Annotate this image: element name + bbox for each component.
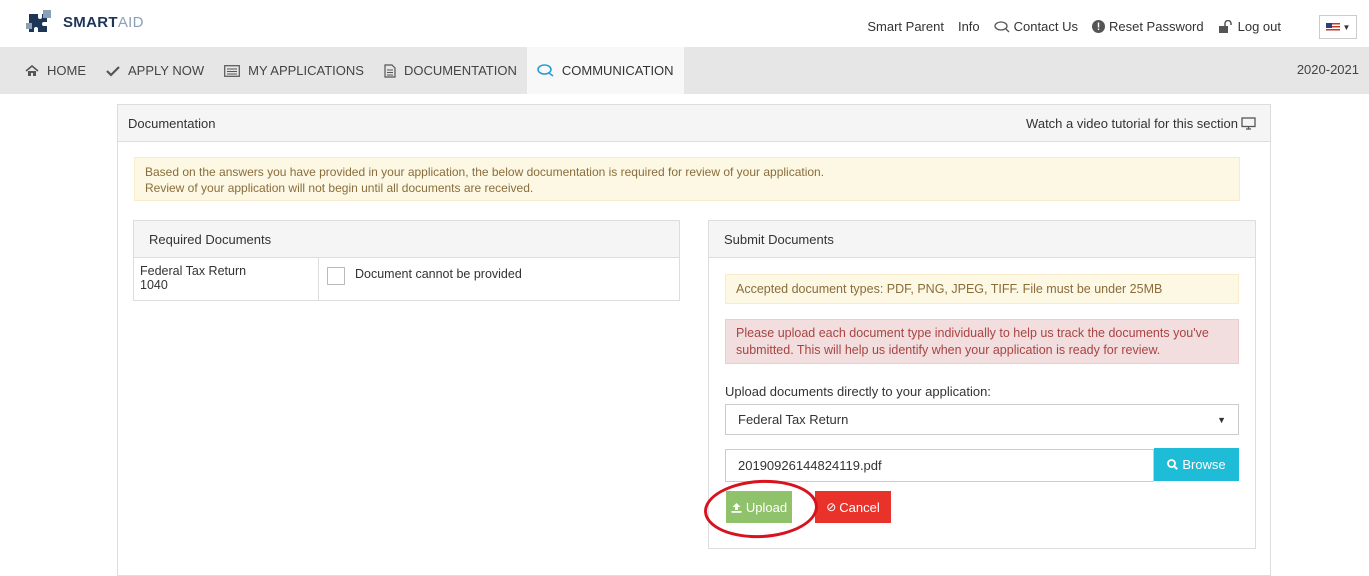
required-docs-notice: Based on the answers you have provided i… — [134, 157, 1240, 201]
cannot-provide-checkbox[interactable] — [327, 267, 345, 285]
video-tutorial-label: Watch a video tutorial for this section — [1026, 115, 1238, 131]
academic-year: 2020-2021 — [1296, 62, 1359, 77]
cancel-button[interactable]: ⊘ Cancel — [815, 491, 891, 523]
panel-header: Documentation Watch a video tutorial for… — [118, 105, 1270, 142]
document-name: Federal Tax Return — [140, 264, 247, 278]
contact-us-link[interactable]: Contact Us — [994, 19, 1078, 34]
document-icon — [384, 63, 396, 78]
panel-title: Documentation — [128, 115, 216, 131]
document-type-value: Federal Tax Return — [738, 412, 849, 427]
monitor-icon — [1241, 116, 1256, 130]
log-out-label: Log out — [1237, 19, 1281, 34]
log-out-link[interactable]: Log out — [1218, 19, 1281, 34]
browse-button[interactable]: Browse — [1154, 448, 1239, 481]
documentation-panel: Documentation Watch a video tutorial for… — [117, 104, 1271, 576]
nav-apply-now[interactable]: APPLY NOW — [96, 47, 214, 94]
reset-password-label: Reset Password — [1108, 19, 1204, 34]
search-icon — [1167, 459, 1179, 470]
required-documents-box: Required Documents Federal Tax Return 10… — [133, 220, 680, 301]
check-icon — [106, 65, 120, 77]
chat-icon — [994, 20, 1010, 32]
notice-line-1: Based on the answers you have provided i… — [145, 165, 825, 179]
nav-home-label: HOME — [47, 63, 86, 78]
notice-line-2: Review of your application will not begi… — [145, 181, 534, 195]
upload-label: Upload documents directly to your applic… — [725, 384, 991, 399]
browse-label: Browse — [1182, 457, 1226, 472]
caret-down-icon: ▼ — [1342, 22, 1351, 32]
home-icon — [25, 64, 39, 76]
required-documents-title: Required Documents — [134, 221, 679, 258]
brand-name: SMARTAID — [63, 13, 144, 31]
list-icon — [224, 64, 241, 77]
cannot-provide-option[interactable]: Document cannot be provided — [319, 258, 530, 300]
nav-documentation[interactable]: DOCUMENTATION — [374, 47, 527, 94]
nav-communication[interactable]: COMMUNICATION — [526, 47, 684, 94]
nav-my-applications[interactable]: MY APPLICATIONS — [214, 47, 374, 94]
cannot-provide-label: Document cannot be provided — [355, 267, 522, 281]
file-name-value: 20190926144824119.pdf — [738, 458, 882, 473]
smart-parent-link[interactable]: Smart Parent — [867, 19, 944, 34]
accepted-types-alert: Accepted document types: PDF, PNG, JPEG,… — [725, 274, 1239, 304]
nav-communication-label: COMMUNICATION — [561, 63, 674, 78]
puzzle-logo-icon — [26, 10, 51, 32]
contact-us-label: Contact Us — [1013, 19, 1078, 34]
ban-icon: ⊘ — [826, 500, 837, 514]
nav-apply-now-label: APPLY NOW — [128, 63, 205, 78]
language-dropdown[interactable]: ▼ — [1319, 15, 1357, 39]
info-link[interactable]: Info — [958, 19, 980, 34]
cancel-label: Cancel — [839, 499, 880, 515]
us-flag-icon — [1325, 22, 1340, 32]
top-links: Smart Parent Info Contact Us Reset Passw… — [867, 19, 1281, 34]
top-bar: SMARTAID Smart Parent Info Contact Us Re… — [0, 0, 1369, 47]
chat-icon — [537, 64, 554, 77]
nav-home[interactable]: HOME — [0, 47, 96, 94]
main-nav: HOME APPLY NOW MY APPLICATIONS DOCUMENTA… — [0, 47, 1369, 94]
document-code: 1040 — [140, 278, 168, 292]
unlock-icon — [1218, 20, 1232, 33]
nav-my-applications-label: MY APPLICATIONS — [248, 63, 364, 78]
upload-individually-warning: Please upload each document type individ… — [725, 319, 1239, 364]
logo[interactable]: SMARTAID — [25, 8, 144, 36]
video-tutorial-link[interactable]: Watch a video tutorial for this section — [1026, 116, 1256, 131]
exclamation-circle-icon — [1091, 20, 1105, 33]
table-row: Federal Tax Return 1040 Document cannot … — [134, 258, 679, 300]
submit-documents-title: Submit Documents — [709, 221, 1255, 258]
reset-password-link[interactable]: Reset Password — [1091, 19, 1204, 34]
file-name-input[interactable]: 20190926144824119.pdf — [725, 449, 1154, 482]
nav-documentation-label: DOCUMENTATION — [403, 63, 517, 78]
document-name-cell: Federal Tax Return 1040 — [134, 258, 319, 300]
document-type-select[interactable]: Federal Tax Return ▼ — [725, 404, 1239, 435]
caret-down-icon: ▼ — [1217, 414, 1226, 425]
